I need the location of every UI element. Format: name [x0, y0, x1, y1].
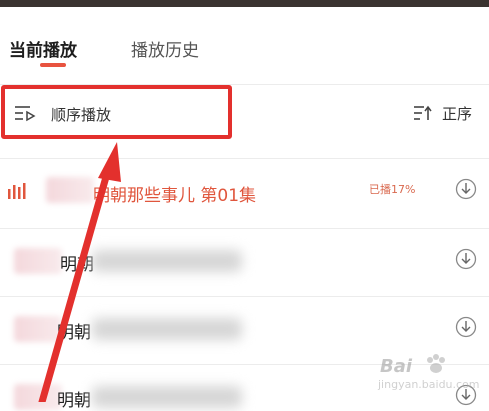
episode-thumbnail	[14, 248, 62, 274]
blurred-title-area	[92, 318, 242, 340]
tab-play-history[interactable]: 播放历史	[131, 36, 199, 61]
play-progress-label: 已播17%	[369, 183, 416, 196]
blurred-title-area	[92, 250, 242, 272]
episode-thumbnail	[14, 384, 62, 410]
item-divider	[0, 228, 489, 229]
episode-thumbnail	[46, 177, 94, 203]
paw-icon	[427, 354, 445, 373]
sort-order-label[interactable]: 正序	[442, 103, 472, 124]
download-icon[interactable]	[455, 248, 477, 270]
top-edge-bar	[0, 0, 489, 7]
sort-icon[interactable]	[413, 104, 433, 122]
watermark-url: jingyan.baidu.com	[378, 378, 480, 391]
episode-title: 明朝	[57, 323, 91, 343]
active-tab-indicator	[40, 63, 66, 67]
watermark-logo: Bai	[380, 356, 413, 377]
baidu-jingyan-watermark: Bai jingyan.baidu.com	[372, 354, 484, 396]
episode-title: 明朝那些事儿 第01集	[93, 186, 257, 206]
episode-thumbnail	[14, 316, 62, 342]
episode-title: 明朝	[57, 391, 91, 411]
mode-divider	[0, 158, 489, 159]
blurred-title-area	[92, 386, 242, 408]
playing-bars-icon	[8, 183, 26, 199]
item-divider	[0, 296, 489, 297]
annotation-highlight-box	[1, 85, 232, 139]
download-icon[interactable]	[455, 316, 477, 338]
download-icon[interactable]	[455, 178, 477, 200]
episode-title: 明朝	[60, 255, 94, 275]
tab-current-playing[interactable]: 当前播放	[9, 36, 77, 61]
